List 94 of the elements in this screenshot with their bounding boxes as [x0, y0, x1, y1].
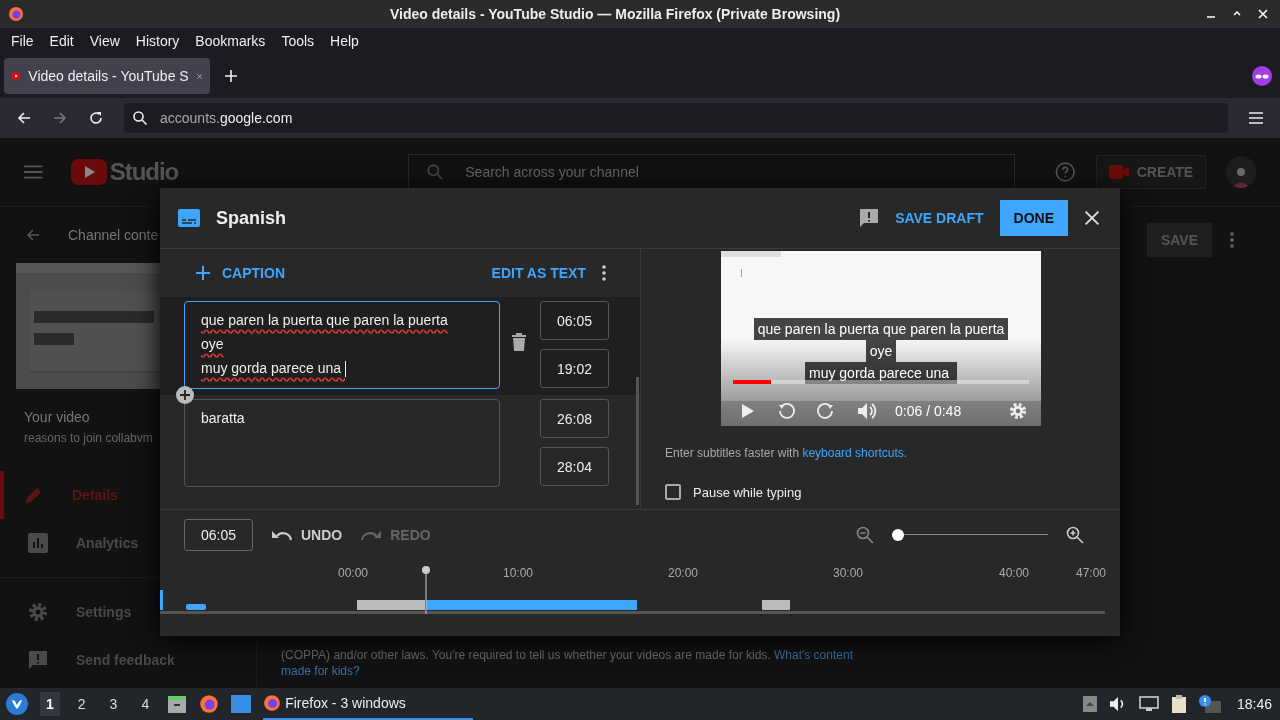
youtube-icon [12, 71, 21, 81]
caption-text-field[interactable]: que paren la puerta que paren la puerta oye muy gorda parece una [184, 301, 500, 389]
workspace-button[interactable]: 4 [135, 692, 156, 716]
settings-icon[interactable] [1009, 402, 1027, 420]
private-browsing-icon [1252, 66, 1272, 86]
menu-item[interactable]: Edit [41, 33, 82, 49]
playhead[interactable] [422, 566, 430, 614]
start-menu-icon[interactable] [6, 693, 28, 715]
clipboard-icon[interactable] [1170, 695, 1187, 713]
menu-item[interactable]: Bookmarks [187, 33, 274, 49]
firefox-icon [263, 694, 282, 712]
caption-text-field[interactable]: baratta [184, 399, 500, 487]
window-title: Video details - YouTube Studio — Mozilla Firefox (Private Browsing) [388, 6, 842, 22]
logo-text: Studio [109, 158, 179, 186]
address-field[interactable]: accounts.google.com [124, 103, 1228, 133]
network-icon[interactable] [1138, 696, 1159, 712]
forward-icon[interactable] [817, 402, 835, 420]
start-time-field[interactable]: 06:05 [540, 301, 609, 340]
notification-icon[interactable] [1198, 695, 1221, 713]
timeline-tick-label: 40:00 [999, 566, 1030, 580]
back-label[interactable]: Channel conte [68, 227, 159, 243]
camera-icon [1108, 165, 1129, 179]
timeline-tick-label: 00:00 [338, 566, 369, 580]
menu-item[interactable]: Help [322, 33, 367, 49]
window-icon[interactable] [231, 695, 252, 713]
search-field[interactable]: Search across your channel [408, 154, 1016, 190]
link[interactable]: keyboard shortcuts. [802, 446, 908, 460]
help-icon[interactable] [1055, 161, 1076, 183]
section-label: Your video [24, 409, 90, 425]
hint-text: Enter subtitles faster with keyboard shortcuts. [665, 446, 909, 460]
undo-icon [271, 529, 293, 541]
feedback-icon[interactable] [859, 208, 880, 228]
save-draft-button[interactable]: SAVE DRAFT [895, 210, 984, 226]
end-time-field[interactable]: 28:04 [540, 447, 609, 486]
search-icon [426, 163, 445, 181]
start-time-field[interactable]: 26:08 [540, 399, 609, 438]
rewind-icon[interactable] [777, 402, 795, 420]
timeline-tick-label: 10:00 [503, 566, 534, 580]
undo-button[interactable]: UNDO [271, 527, 343, 543]
browser-tab[interactable]: Video details - YouTube S [4, 58, 210, 94]
subtitles-icon [178, 209, 200, 227]
checkbox[interactable] [665, 484, 681, 500]
menu-item[interactable]: History [127, 33, 188, 49]
done-button[interactable]: DONE [999, 200, 1068, 236]
more-icon[interactable] [602, 265, 606, 281]
trash-icon[interactable] [512, 333, 526, 351]
notice-text: (COPPA) and/or other laws. You're required to tell us whether your videos are made for kids. What's content [281, 648, 854, 662]
dialog-title: Spanish [216, 207, 286, 229]
subtitle-text: oye [865, 340, 897, 362]
checkbox-label[interactable]: Pause while typing [693, 484, 802, 500]
forward-icon[interactable] [52, 110, 68, 126]
add-icon[interactable] [176, 386, 194, 404]
taskbar-task[interactable]: Firefox - 3 windows [263, 688, 474, 720]
menu-item[interactable]: Tools [273, 33, 323, 49]
redo-icon [360, 529, 383, 541]
settings-icon [28, 602, 48, 622]
file-manager-icon[interactable] [167, 694, 188, 714]
slider-thumb[interactable] [892, 529, 904, 541]
subtitle-text: que paren la puerta que paren la puerta [753, 318, 1009, 340]
firefox-icon [8, 6, 24, 22]
reload-icon[interactable] [88, 110, 104, 126]
chart-icon [28, 533, 48, 553]
youtube-logo-icon [70, 159, 107, 185]
clock: 18:46 [1236, 696, 1272, 712]
edit-as-text-button[interactable]: EDIT AS TEXT [491, 265, 586, 281]
feedback-icon [28, 650, 48, 670]
menu-item[interactable]: File [3, 33, 42, 49]
play-icon[interactable] [741, 403, 755, 419]
close-icon[interactable] [1084, 210, 1100, 226]
current-time-field[interactable]: 06:05 [184, 519, 253, 551]
search-icon [132, 110, 148, 126]
timeline-tick-label: 20:00 [668, 566, 699, 580]
link[interactable]: made for kids? [281, 664, 921, 678]
zoom-slider[interactable] [892, 529, 1048, 541]
timeline-tick-label: 30:00 [833, 566, 864, 580]
avatar[interactable] [1226, 156, 1256, 188]
subtitle-text: muy gorda parece una [805, 362, 957, 384]
zoom-out-icon[interactable] [856, 526, 874, 544]
person-icon [1233, 166, 1250, 188]
menu-item[interactable]: View [81, 33, 128, 49]
plus-icon [196, 266, 210, 280]
workspace-button[interactable]: 1 [40, 692, 60, 716]
firefox-icon[interactable] [199, 694, 220, 714]
pencil-icon [24, 485, 44, 505]
timeline-tick-label: 47:00 [1076, 566, 1107, 580]
end-time-field[interactable]: 19:02 [540, 349, 609, 388]
workspace-button[interactable]: 2 [71, 692, 92, 716]
new-tab-icon[interactable] [224, 69, 238, 83]
add-caption-button[interactable]: CAPTION [196, 265, 285, 281]
back-icon[interactable] [16, 110, 32, 126]
workspace-button[interactable]: 3 [103, 692, 124, 716]
video-title: reasons to join collabvm [24, 431, 153, 445]
time-display: 0:06 / 0:48 [895, 403, 962, 419]
zoom-in-icon[interactable] [1066, 526, 1084, 544]
